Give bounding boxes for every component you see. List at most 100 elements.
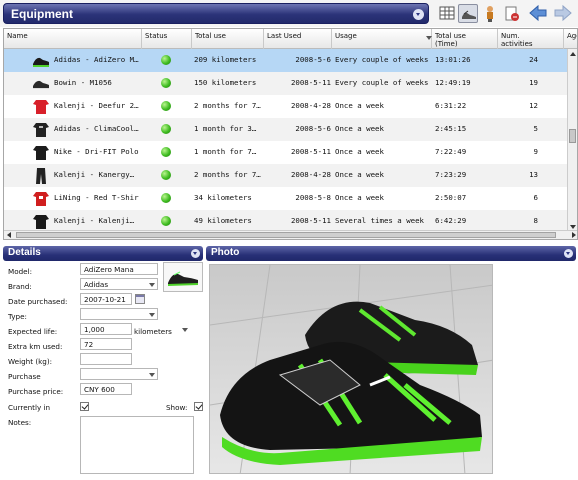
- column-header-usage[interactable]: Usage: [332, 29, 432, 49]
- chevron-down-icon[interactable]: [182, 328, 188, 332]
- brand-select[interactable]: Adidas: [80, 278, 158, 290]
- column-header-name[interactable]: Name: [4, 29, 142, 49]
- horizontal-scroll-thumb[interactable]: [16, 232, 556, 238]
- photo-title-bar[interactable]: Photo: [206, 246, 576, 261]
- column-header-age[interactable]: Age: [564, 29, 577, 49]
- column-header-status[interactable]: Status: [142, 29, 192, 49]
- cell-name: Nike - Dri-FIT Polo: [54, 147, 139, 156]
- table-row[interactable]: Kalenji - Kalenji… 49 kilometers 2008-5-11…: [4, 210, 569, 232]
- status-active-icon: [161, 101, 171, 111]
- document-edit-icon[interactable]: [502, 4, 522, 23]
- table-row[interactable]: Nike - Dri-FIT Polo 1 month for 7… 2008-5-…: [4, 141, 569, 164]
- details-title-bar[interactable]: Details: [3, 246, 203, 261]
- notes-label: Notes:: [8, 418, 32, 427]
- purchase-select[interactable]: [80, 368, 158, 380]
- equipment-thumbnail[interactable]: [163, 262, 203, 292]
- cell-last-used: 2008-4-28: [290, 101, 331, 110]
- equipment-photo: [209, 264, 493, 474]
- photo-title: Photo: [211, 247, 240, 258]
- expected-life-field[interactable]: 1,000: [80, 323, 132, 335]
- weight-field[interactable]: [80, 353, 132, 365]
- table-row[interactable]: LiNing - Red T-Shirt 34 kilometers 2008-5-…: [4, 187, 569, 210]
- cell-activities: 5: [533, 124, 538, 133]
- chevron-down-icon: [149, 313, 155, 317]
- person-icon[interactable]: [480, 4, 500, 23]
- photo-panel: Photo: [206, 246, 578, 476]
- cell-activities: 13: [529, 170, 538, 179]
- column-header-activities[interactable]: Num. activities: [498, 29, 564, 49]
- expected-life-unit[interactable]: kilometers: [134, 327, 172, 336]
- cell-activities: 6: [533, 193, 538, 202]
- notes-textarea[interactable]: [80, 416, 194, 474]
- currently-in-label: Currently in: [8, 403, 51, 412]
- equipment-title-bar[interactable]: Equipment: [3, 3, 429, 24]
- purchase-price-field[interactable]: CNY 600: [80, 383, 132, 395]
- cell-last-used: 2008-5-11: [290, 147, 331, 156]
- show-label: Show:: [166, 403, 188, 412]
- cell-name: Adidas - ClimaCool…: [54, 124, 139, 133]
- scroll-up-icon[interactable]: [570, 52, 576, 56]
- details-title: Details: [8, 247, 41, 258]
- scroll-right-icon[interactable]: [572, 232, 576, 238]
- date-purchased-field[interactable]: 2007-10-21: [80, 293, 132, 305]
- scroll-left-icon[interactable]: [7, 232, 11, 238]
- model-field[interactable]: AdiZero Mana: [80, 263, 158, 275]
- table-row[interactable]: Adidas - AdiZero M… 209 kilometers 2008-5-…: [4, 49, 569, 72]
- collapse-icon[interactable]: [564, 249, 573, 258]
- cell-total-use: 209 kilometers: [194, 55, 257, 64]
- type-select[interactable]: [80, 308, 158, 320]
- cell-total-time: 7:22:49: [435, 147, 467, 156]
- top-header: Equipment: [0, 0, 578, 27]
- status-active-icon: [161, 193, 171, 203]
- chevron-down-icon: [149, 373, 155, 377]
- shoe-view-icon[interactable]: [458, 4, 478, 23]
- cell-usage: Once a week: [335, 124, 384, 133]
- cell-activities: 24: [529, 55, 538, 64]
- equipment-thumbnail-icon: [31, 74, 51, 93]
- vertical-scroll-thumb[interactable]: [569, 129, 576, 143]
- column-header-last-used[interactable]: Last Used: [264, 29, 332, 49]
- show-checkbox[interactable]: [194, 402, 203, 411]
- cell-last-used: 2008-4-28: [290, 170, 331, 179]
- sort-descending-icon: [426, 36, 432, 40]
- cell-usage: Once a week: [335, 147, 384, 156]
- chevron-down-icon: [149, 283, 155, 287]
- column-header-total-use[interactable]: Total use: [192, 29, 264, 49]
- horizontal-scrollbar[interactable]: [4, 230, 577, 239]
- status-active-icon: [161, 147, 171, 157]
- cell-total-use: 2 months for 7…: [194, 170, 261, 179]
- cell-usage: Every couple of weeks: [335, 78, 429, 87]
- cell-usage: Once a week: [335, 193, 384, 202]
- cell-total-time: 2:50:07: [435, 193, 467, 202]
- cell-activities: 8: [533, 216, 538, 225]
- extra-km-field[interactable]: 72: [80, 338, 132, 350]
- back-arrow-icon[interactable]: [528, 4, 548, 23]
- table-row[interactable]: Bowin - M1056 150 kilometers 2008-5-11 Ever…: [4, 72, 569, 95]
- purchase-price-label: Purchase price:: [8, 387, 64, 396]
- table-view-icon[interactable]: [437, 4, 457, 23]
- currently-in-checkbox[interactable]: [80, 402, 89, 411]
- scroll-down-icon[interactable]: [570, 225, 576, 229]
- column-header-total-time[interactable]: Total use (Time): [432, 29, 498, 49]
- vertical-scrollbar[interactable]: [567, 49, 577, 232]
- cell-usage: Several times a week: [335, 216, 424, 225]
- equipment-thumbnail-icon: [31, 97, 51, 116]
- table-row[interactable]: Kalenji - Deefur 2… 2 months for 7… 2008-4…: [4, 95, 569, 118]
- purchase-label: Purchase: [8, 372, 41, 381]
- cell-last-used: 2008-5-11: [290, 216, 331, 225]
- calendar-icon[interactable]: [135, 294, 145, 304]
- collapse-icon[interactable]: [413, 9, 424, 20]
- status-active-icon: [161, 78, 171, 88]
- status-active-icon: [161, 55, 171, 65]
- cell-name: LiNing - Red T-Shirt: [54, 193, 139, 202]
- equipment-thumbnail-icon: [31, 189, 51, 208]
- equipment-thumbnail-icon: [31, 51, 51, 70]
- date-purchased-label: Date purchased:: [8, 297, 68, 306]
- weight-label: Weight (kg):: [8, 357, 53, 366]
- cell-activities: 9: [533, 147, 538, 156]
- table-row[interactable]: Kalenji - Kanergy… 2 months for 7… 2008-4-…: [4, 164, 569, 187]
- collapse-icon[interactable]: [191, 249, 200, 258]
- table-row[interactable]: Adidas - ClimaCool… 1 month for 3… 2008-5-…: [4, 118, 569, 141]
- forward-arrow-icon[interactable]: [553, 4, 573, 23]
- cell-total-time: 12:49:19: [435, 78, 471, 87]
